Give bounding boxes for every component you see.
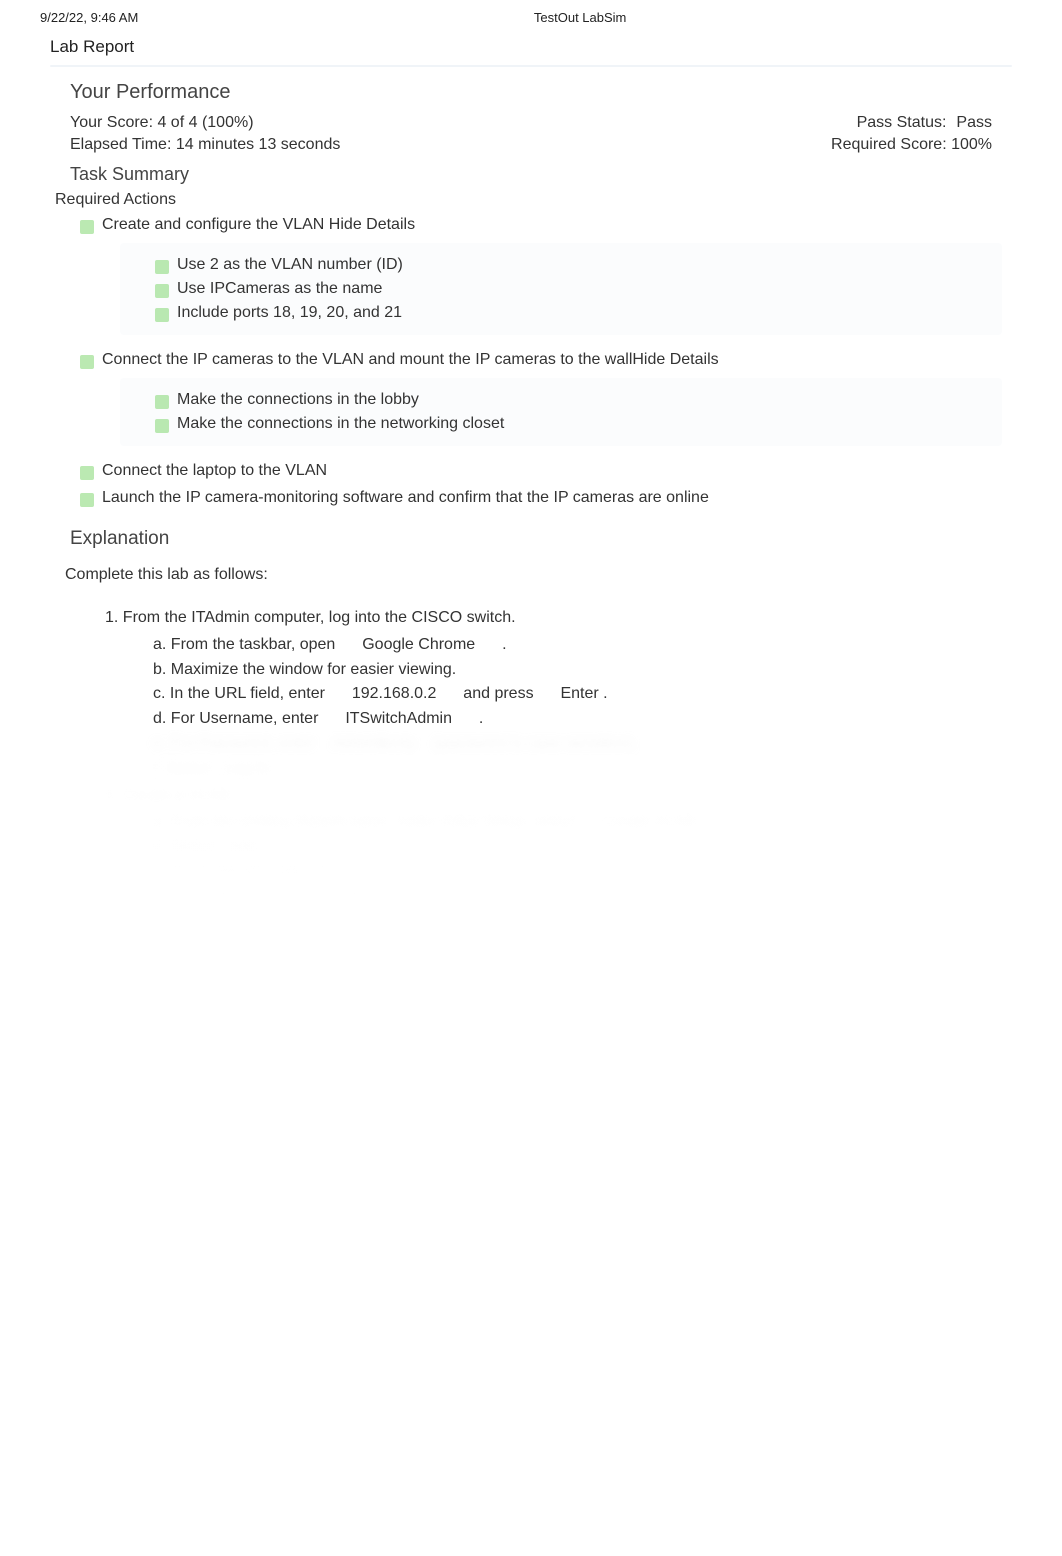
score-row: Your Score: 4 of 4 (100%) Pass Status: P… — [0, 112, 1062, 134]
substep-bold: 192.168.0.2 — [352, 685, 437, 702]
report-title: Lab Report — [0, 25, 1062, 61]
step-text: From the ITAdmin computer, log into the … — [123, 609, 516, 626]
substep-tail: . — [479, 710, 483, 727]
substep-letter: d. — [153, 710, 166, 727]
substep: b. Maximize the window for easier viewin… — [105, 658, 1002, 683]
action-details: Make the connections in the lobby Make t… — [120, 378, 1002, 446]
explanation-heading: Explanation — [0, 510, 1062, 558]
sub-action-item: Make the connections in the lobby — [120, 388, 1002, 412]
check-icon — [155, 419, 169, 433]
score-value: Your Score: 4 of 4 (100%) — [70, 114, 254, 132]
required-actions-label: Required Actions — [0, 189, 1062, 213]
elapsed-time: Elapsed Time: 14 minutes 13 seconds — [70, 136, 340, 154]
page-header: 9/22/22, 9:46 AM TestOut LabSim — [0, 0, 1062, 25]
header-app-name: TestOut LabSim — [534, 10, 627, 25]
obscured-content: e. For Password, enter Admin$only (passw… — [105, 732, 1002, 1215]
step: 1. From the ITAdmin computer, log into t… — [105, 604, 1002, 633]
action-item: Create and configure the VLAN Hide Detai… — [0, 213, 1062, 237]
substep-bold: ITSwitchAdmin — [345, 710, 452, 727]
performance-heading: Your Performance — [0, 67, 1062, 112]
action-item: Launch the IP camera-monitoring software… — [0, 483, 1062, 510]
check-icon — [155, 260, 169, 274]
sub-action-text: Make the connections in the lobby — [177, 391, 419, 409]
explanation-steps: 1. From the ITAdmin computer, log into t… — [0, 594, 1062, 1215]
substep-tail: . — [603, 685, 607, 702]
sub-action-item: Make the connections in the networking c… — [120, 412, 1002, 436]
action-item: Connect the IP cameras to the VLAN and m… — [0, 341, 1062, 372]
time-row: Elapsed Time: 14 minutes 13 seconds Requ… — [0, 134, 1062, 156]
sub-action-item: Use 2 as the VLAN number (ID) — [120, 253, 1002, 277]
pass-status-value: Pass — [956, 114, 992, 132]
sub-action-text: Use IPCameras as the name — [177, 280, 382, 298]
check-icon — [80, 355, 94, 369]
substep: d. For Username, enter ITSwitchAdmin . — [105, 707, 1002, 732]
substep-key: Enter — [560, 685, 598, 702]
substep-letter: c. — [153, 685, 165, 702]
check-icon — [155, 284, 169, 298]
substep-bold: Google Chrome — [362, 636, 475, 653]
check-icon — [80, 220, 94, 234]
header-datetime: 9/22/22, 9:46 AM — [40, 10, 138, 25]
action-text: Launch the IP camera-monitoring software… — [102, 489, 709, 507]
check-icon — [80, 493, 94, 507]
action-details: Use 2 as the VLAN number (ID) Use IPCame… — [120, 243, 1002, 335]
substep: a. From the taskbar, open Google Chrome … — [105, 633, 1002, 658]
substep-letter: a. — [153, 636, 166, 653]
substep-tail: . — [502, 636, 506, 653]
substep-text: From the taskbar, open — [171, 636, 336, 653]
substep-letter: b. — [153, 661, 166, 678]
substep-text: In the URL field, enter — [170, 685, 325, 702]
substep-text: Maximize the window for easier viewing. — [171, 661, 456, 678]
substep-text: For Username, enter — [171, 710, 319, 727]
substep: c. In the URL field, enter 192.168.0.2 a… — [105, 682, 1002, 707]
sub-action-text: Include ports 18, 19, 20, and 21 — [177, 304, 402, 322]
action-text: Create and configure the VLAN Hide Detai… — [102, 216, 415, 234]
action-text: Connect the IP cameras to the VLAN and m… — [102, 351, 719, 369]
action-text: Connect the laptop to the VLAN — [102, 462, 327, 480]
check-icon — [155, 395, 169, 409]
pass-status-label: Pass Status: — [857, 114, 947, 132]
required-score: Required Score: 100% — [831, 136, 992, 154]
step-number: 1. — [105, 609, 118, 626]
action-item: Connect the laptop to the VLAN — [0, 452, 1062, 483]
check-icon — [80, 466, 94, 480]
sub-action-text: Use 2 as the VLAN number (ID) — [177, 256, 403, 274]
check-icon — [155, 308, 169, 322]
substep-mid: and press — [463, 685, 533, 702]
sub-action-item: Include ports 18, 19, 20, and 21 — [120, 301, 1002, 325]
sub-action-text: Make the connections in the networking c… — [177, 415, 504, 433]
sub-action-item: Use IPCameras as the name — [120, 277, 1002, 301]
explanation-intro: Complete this lab as follows: — [0, 558, 1062, 594]
task-summary-heading: Task Summary — [0, 156, 1062, 189]
